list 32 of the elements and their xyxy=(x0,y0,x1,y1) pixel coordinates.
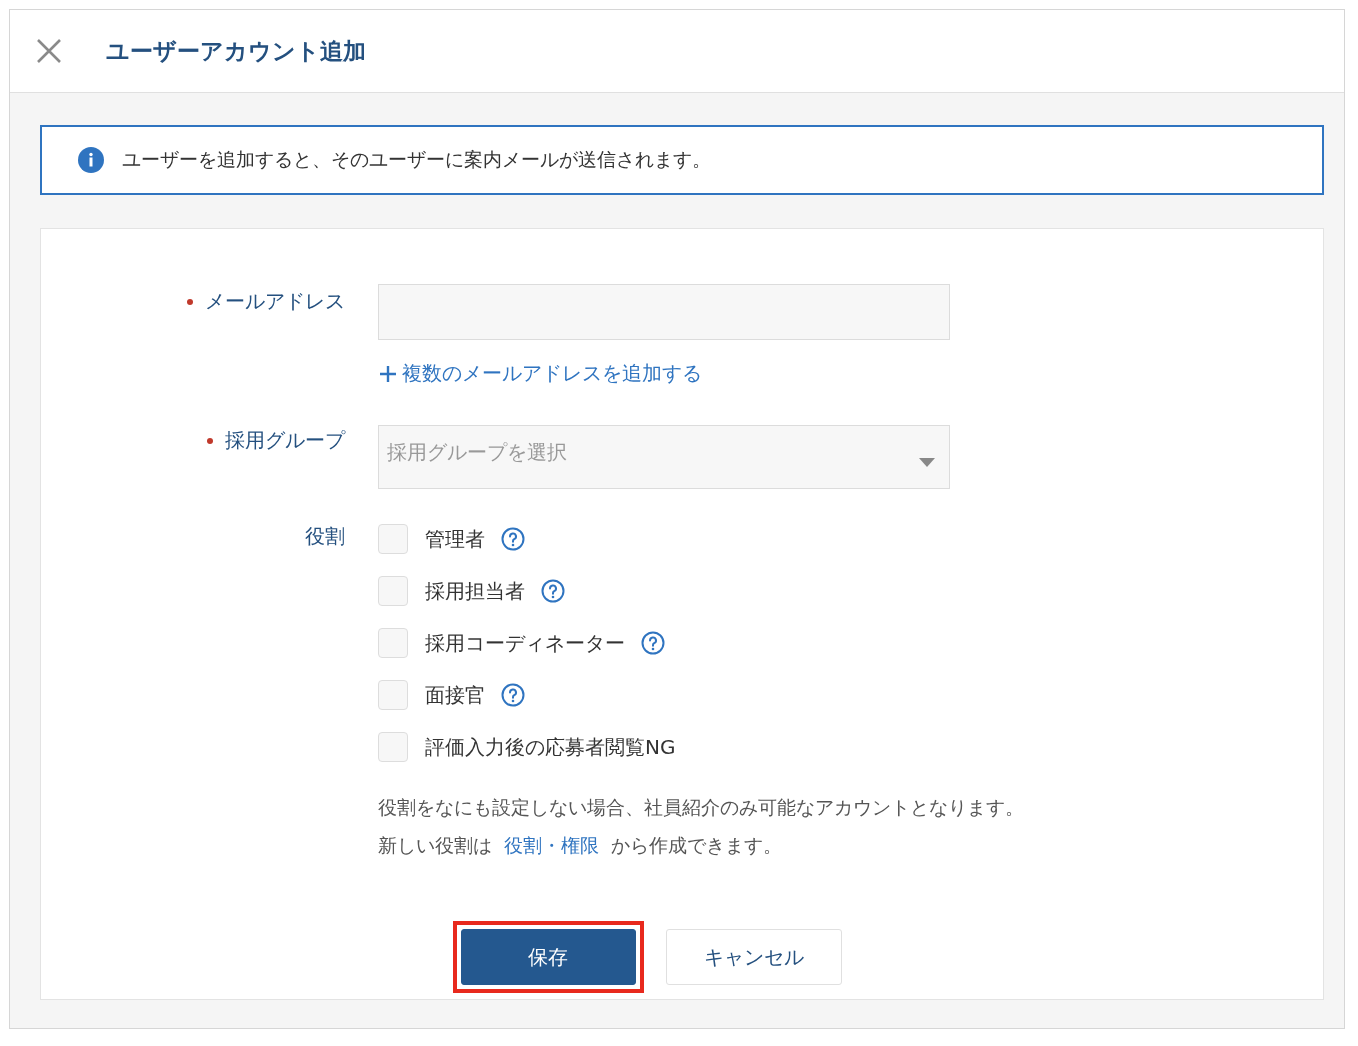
group-select[interactable]: 採用グループを選択 xyxy=(378,425,950,489)
note-text: から作成できます。 xyxy=(611,833,782,858)
caret-icon xyxy=(919,457,935,467)
field-label: メールアドレス xyxy=(205,288,345,315)
checkbox[interactable] xyxy=(378,680,408,710)
role-label: 面接官 xyxy=(425,681,485,709)
checkbox[interactable] xyxy=(378,576,408,606)
info-message: ユーザーを追加すると、そのユーザーに案内メールが送信されます。 xyxy=(122,147,711,172)
role-label: 採用コーディネーター xyxy=(425,629,625,657)
help-icon[interactable] xyxy=(501,527,525,551)
field-label: 採用グループ xyxy=(225,427,345,454)
info-icon xyxy=(78,147,104,173)
role-note: 役割をなにも設定しない場合、社員紹介のみ可能なアカウントとなります。 xyxy=(378,795,1024,820)
help-icon[interactable] xyxy=(501,683,525,707)
role-label: 採用担当者 xyxy=(425,577,525,605)
email-input[interactable] xyxy=(378,284,950,340)
roles-permissions-link[interactable]: 役割・権限 xyxy=(504,833,599,859)
role-label: 評価入力後の応募者閲覧NG xyxy=(425,733,676,761)
field-label: 役割 xyxy=(305,523,345,550)
checkbox[interactable] xyxy=(378,524,408,554)
close-icon[interactable] xyxy=(36,38,62,64)
help-icon[interactable] xyxy=(641,631,665,655)
cancel-button[interactable]: キャンセル xyxy=(665,929,842,985)
help-icon[interactable] xyxy=(541,579,565,603)
role-label: 管理者 xyxy=(425,525,485,553)
add-emails-link[interactable]: 複数のメールアドレスを追加する xyxy=(378,360,702,387)
plus-icon xyxy=(378,363,398,384)
note-text: 新しい役割は xyxy=(378,833,492,858)
checkbox[interactable] xyxy=(378,732,408,762)
checkbox[interactable] xyxy=(378,628,408,658)
save-button[interactable]: 保存 xyxy=(460,929,636,985)
dialog-title: ユーザーアカウント追加 xyxy=(106,36,366,66)
